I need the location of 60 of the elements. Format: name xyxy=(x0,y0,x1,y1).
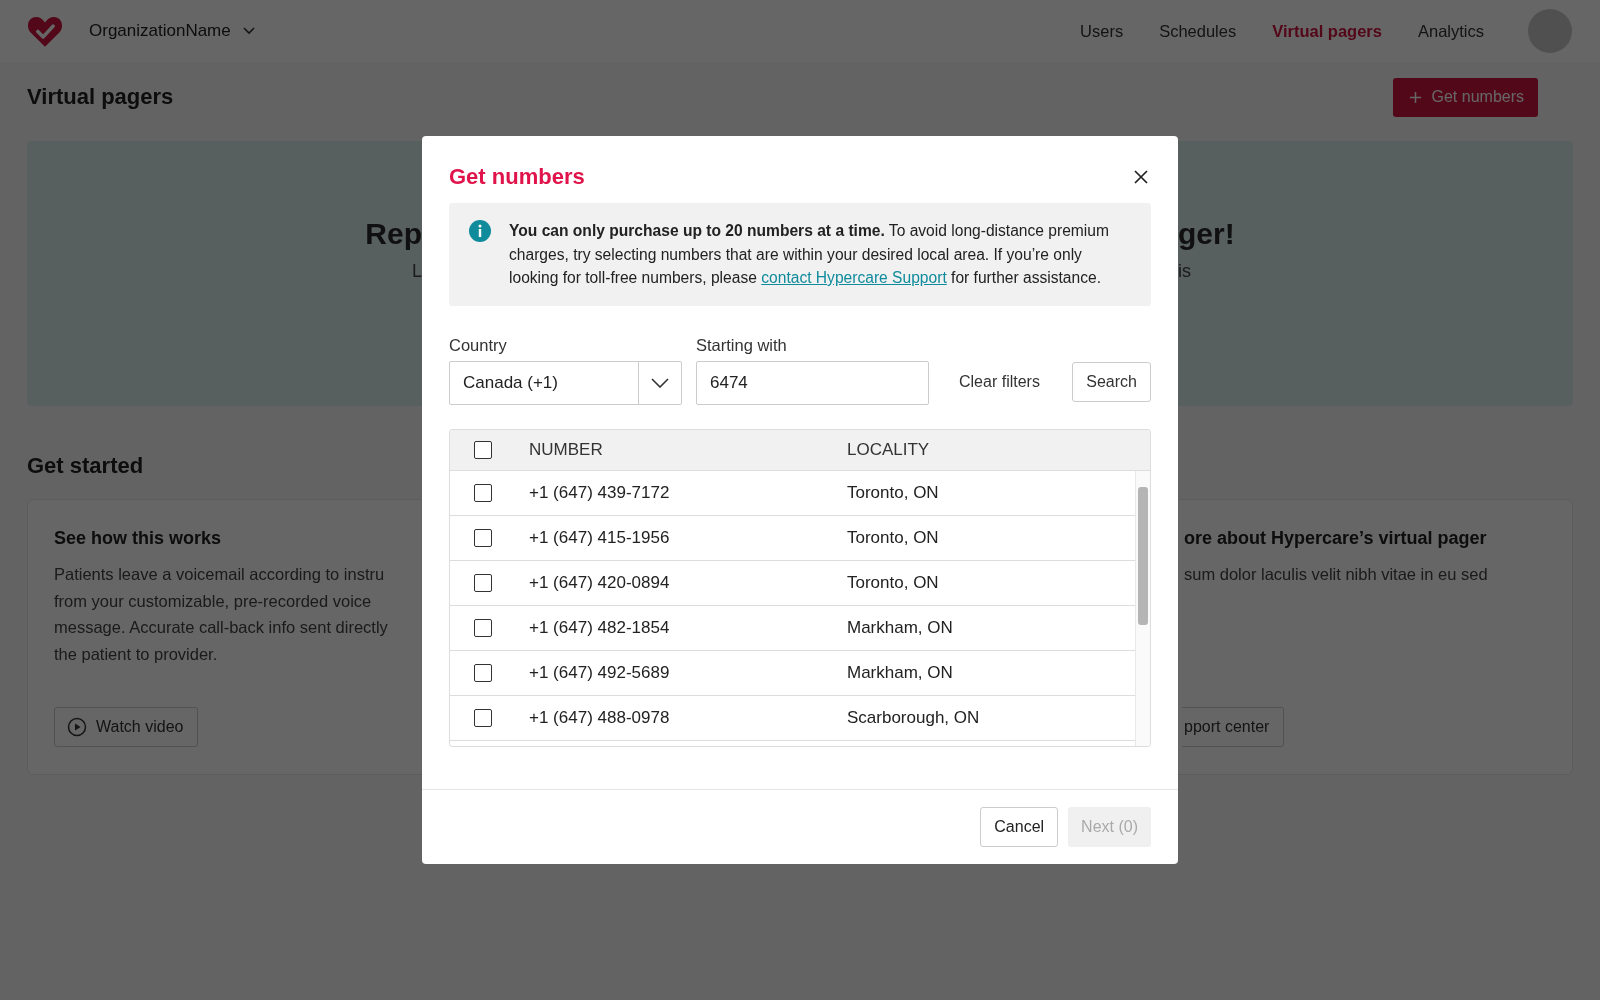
table-cell-text: +1 (647) 439-7172 xyxy=(529,482,671,503)
clear-filters-button[interactable]: Clear filters xyxy=(951,361,1048,402)
chevron-down-icon xyxy=(651,377,669,388)
table-cell-text: +1 (647) 420-0894 xyxy=(529,572,671,593)
heart-logo-icon xyxy=(27,14,63,48)
column-header: LOCALITY xyxy=(847,439,930,460)
field-label: Country xyxy=(449,335,508,355)
row-checkbox[interactable] xyxy=(474,618,492,637)
field-label: Starting with xyxy=(696,335,788,355)
card-text-line: Patients leave a voicemail according to instru xyxy=(54,564,386,585)
table-cell: Markham, ON xyxy=(847,617,953,638)
table-cell-text: +1 (647) 415-1956 xyxy=(529,527,671,548)
plus-icon xyxy=(1408,90,1422,104)
info-icon xyxy=(469,220,491,242)
row-checkbox[interactable] xyxy=(474,663,492,682)
hero-title: Rep xyxy=(365,217,422,251)
cancel-button[interactable]: Cancel xyxy=(980,807,1059,847)
column-header: NUMBER xyxy=(529,439,604,460)
card-button[interactable]: Watch video xyxy=(54,707,199,747)
organization-name[interactable]: OrganizationName xyxy=(89,21,231,41)
table-cell: Markham, ON xyxy=(847,662,953,683)
row-checkbox[interactable] xyxy=(474,573,492,592)
card-text-line: from your customizable, pre-recorded voice xyxy=(54,590,373,612)
card-button[interactable]: pport center xyxy=(1182,707,1285,747)
select-all-checkbox[interactable] xyxy=(474,440,492,459)
nav-link[interactable]: Virtual pagers xyxy=(1272,21,1382,41)
close-icon[interactable] xyxy=(1134,170,1148,184)
nav-link[interactable]: Schedules xyxy=(1159,21,1237,41)
table-cell: Scarborough, ON xyxy=(847,707,980,728)
page-title: Virtual pagers xyxy=(27,84,174,110)
card-text-line: sum dolor laculis velit nibh vitae in eu sed xyxy=(1184,564,1488,585)
dialog-title: Get numbers xyxy=(449,164,585,190)
row-checkbox[interactable] xyxy=(474,528,492,547)
country-select[interactable]: Canada (+1) xyxy=(449,360,682,405)
card-title: ore about Hypercare’s virtual pager xyxy=(1184,528,1487,549)
info-text: You can only purchase up to 20 numbers at a time. To avoid long-distance premium charges, try selecting numbers that are within your desired local area. If you’re only looking for toll-free numbers, please contact Hypercare Support for further assistance. xyxy=(509,221,1110,288)
card-text-line: the patient to provider. xyxy=(54,643,219,665)
table-cell: Toronto, ON xyxy=(847,482,939,503)
row-checkbox[interactable] xyxy=(474,483,492,502)
get-numbers-button[interactable]: Get numbers xyxy=(1392,77,1538,117)
nav-link[interactable]: Users xyxy=(1080,21,1124,41)
card-title: See how this works xyxy=(54,528,222,549)
table-cell-text: +1 (647) 488-0978 xyxy=(529,707,671,728)
table-cell-text: +1 (647) 482-1854 xyxy=(529,617,671,638)
table-cell: Toronto, ON xyxy=(847,572,939,593)
card-text-line: message. Accurate call-back info sent directly xyxy=(54,617,388,638)
starting-with-field[interactable]: 6474 xyxy=(696,360,929,405)
support-link[interactable]: contact Hypercare Support xyxy=(761,269,947,286)
search-button[interactable]: Search xyxy=(1072,361,1151,402)
scrollbar[interactable] xyxy=(1135,470,1150,746)
play-icon xyxy=(67,717,87,737)
table-cell: Toronto, ON xyxy=(847,527,939,548)
hero-subtitle: L xyxy=(412,261,422,282)
hero-subtitle: is xyxy=(1178,261,1191,282)
table-cell-text: +1 (647) 492-5689 xyxy=(529,662,671,683)
chevron-down-icon[interactable] xyxy=(242,27,255,35)
hero-title: ger! xyxy=(1178,217,1235,251)
section-title: Get started xyxy=(27,453,145,479)
nav-link[interactable]: Analytics xyxy=(1417,21,1484,41)
row-checkbox[interactable] xyxy=(474,708,492,727)
